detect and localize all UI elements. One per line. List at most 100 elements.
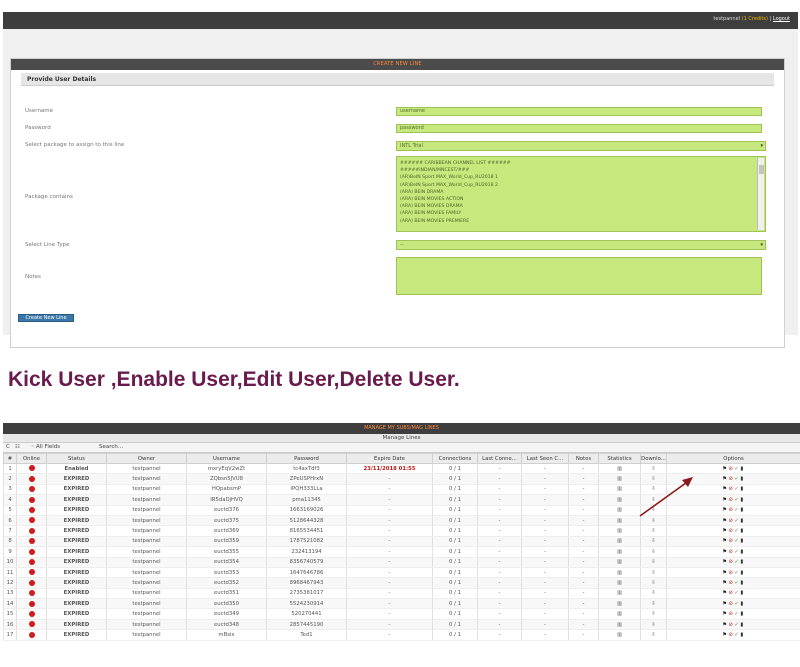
col-status[interactable]: Status	[46, 453, 107, 464]
bar-chart-icon[interactable]: ▥	[617, 622, 622, 628]
download-icon[interactable]: ⇩	[651, 497, 655, 503]
table-row[interactable]: 9 EXPIRED testpannel euctd355 232413194-0 / …	[3, 546, 800, 558]
package-contains-list[interactable]: ###### CARIBBEAN CHANNEL LIST ###### ###…	[396, 156, 766, 232]
table-row[interactable]: 17 EXPIRED testpannel mBsix Ted1-0 / 1- - - ▥ ⇩ ⚑…	[3, 629, 800, 641]
search-field-select[interactable]: ◦ All Fields	[31, 444, 60, 450]
package-select[interactable]: INTL Trial ▾	[396, 141, 766, 151]
search-input[interactable]: Search...	[99, 444, 123, 450]
bar-chart-icon[interactable]: ▥	[617, 486, 622, 492]
table-row[interactable]: 2 EXPIRED testpannel ZQbsn5JVU8 ZPeUSPHrxN -0…	[3, 473, 800, 485]
bar-chart-icon[interactable]: ▥	[617, 466, 622, 472]
delete-user-icon[interactable]: ▮	[740, 486, 744, 492]
col-owner[interactable]: Owner	[106, 453, 187, 464]
col-username[interactable]: Username	[186, 453, 267, 464]
password-input[interactable]: password	[396, 124, 762, 133]
download-cell: ⇩	[640, 473, 667, 485]
table-row[interactable]: 8 EXPIRED testpannel euctd359 1787521082-0 /…	[3, 536, 800, 548]
delete-user-icon[interactable]: ▮	[740, 538, 744, 544]
delete-user-icon[interactable]: ▮	[740, 466, 744, 472]
bar-chart-icon[interactable]: ▥	[617, 528, 622, 534]
download-icon[interactable]: ⇩	[651, 538, 655, 544]
delete-user-icon[interactable]: ▮	[740, 476, 744, 482]
download-icon[interactable]: ⇩	[651, 486, 655, 492]
scrollbar-thumb[interactable]	[759, 165, 764, 174]
download-icon[interactable]: ⇩	[651, 622, 655, 628]
bar-chart-icon[interactable]: ▥	[617, 476, 622, 482]
last-connection-cell: -	[477, 494, 522, 506]
delete-user-icon[interactable]: ▮	[740, 549, 744, 555]
table-row[interactable]: 13 EXPIRED testpannel euctd351 2735381017-0 …	[3, 588, 800, 600]
table-row[interactable]: 15 EXPIRED testpannel euctd349 520270441-0 /…	[3, 608, 800, 620]
table-row[interactable]: 4 EXPIRED testpannel IR5daDjHVQ pma11345-0 /…	[3, 494, 800, 506]
delete-user-icon[interactable]: ▮	[740, 559, 744, 565]
line-type-select[interactable]: -- ▾	[396, 240, 766, 250]
col-statistics[interactable]: Statistics	[598, 453, 641, 464]
col-index[interactable]: #	[3, 453, 17, 464]
download-icon[interactable]: ⇩	[651, 570, 655, 576]
delete-user-icon[interactable]: ▮	[740, 507, 744, 513]
bar-chart-icon[interactable]: ▥	[617, 570, 622, 576]
table-row[interactable]: 7 EXPIRED testpannel euctd369 8165534451-0 /…	[3, 525, 800, 537]
notes-textarea[interactable]	[396, 257, 762, 295]
download-icon[interactable]: ⇩	[651, 580, 655, 586]
delete-user-icon[interactable]: ▮	[740, 632, 744, 638]
delete-user-icon[interactable]: ▮	[740, 622, 744, 628]
bar-chart-icon[interactable]: ▥	[617, 549, 622, 555]
columns-icon[interactable]: ☷	[15, 444, 20, 450]
col-connections[interactable]: Connections	[432, 453, 478, 464]
bar-chart-icon[interactable]: ▥	[617, 580, 622, 586]
refresh-icon[interactable]: C	[6, 444, 10, 450]
download-icon[interactable]: ⇩	[651, 632, 655, 638]
bar-chart-icon[interactable]: ▥	[617, 538, 622, 544]
bar-chart-icon[interactable]: ▥	[617, 590, 622, 596]
bar-chart-icon[interactable]: ▥	[617, 611, 622, 617]
list-scrollbar[interactable]	[757, 158, 764, 230]
download-icon[interactable]: ⇩	[651, 466, 655, 472]
table-row[interactable]: 3 EXPIRED testpannel HQpabsmP IPQH333LLa -0 /…	[3, 484, 800, 496]
bar-chart-icon[interactable]: ▥	[617, 518, 622, 524]
download-icon[interactable]: ⇩	[651, 601, 655, 607]
last-connection-cell: -	[477, 629, 522, 641]
bar-chart-icon[interactable]: ▥	[617, 632, 622, 638]
username-input[interactable]: username	[396, 107, 762, 116]
download-icon[interactable]: ⇩	[651, 507, 655, 513]
delete-user-icon[interactable]: ▮	[740, 518, 744, 524]
table-row[interactable]: 12 EXPIRED testpannel euctd352 8968467943-0 …	[3, 577, 800, 589]
col-notes[interactable]: Notes	[568, 453, 599, 464]
download-icon[interactable]: ⇩	[651, 528, 655, 534]
download-icon[interactable]: ⇩	[651, 590, 655, 596]
delete-user-icon[interactable]: ▮	[740, 497, 744, 503]
table-row[interactable]: 16 EXPIRED testpannel euctd348 2857445190-0 …	[3, 619, 800, 631]
logout-link[interactable]: Logout	[773, 16, 790, 22]
table-row[interactable]: 11 EXPIRED testpannel euctd353 1647646786-0 …	[3, 567, 800, 579]
delete-user-icon[interactable]: ▮	[740, 611, 744, 617]
download-icon[interactable]: ⇩	[651, 476, 655, 482]
bar-chart-icon[interactable]: ▥	[617, 559, 622, 565]
bar-chart-icon[interactable]: ▥	[617, 601, 622, 607]
download-icon[interactable]: ⇩	[651, 611, 655, 617]
col-last-seen[interactable]: Last Seen C...	[521, 453, 569, 464]
download-icon[interactable]: ⇩	[651, 549, 655, 555]
delete-user-icon[interactable]: ▮	[740, 570, 744, 576]
col-password[interactable]: Password	[266, 453, 347, 464]
col-download[interactable]: Downlo...	[640, 453, 667, 464]
table-row[interactable]: 6 EXPIRED testpannel euctd375 5128644328-0 /…	[3, 515, 800, 527]
delete-user-icon[interactable]: ▮	[740, 580, 744, 586]
download-icon[interactable]: ⇩	[651, 518, 655, 524]
statistics-cell: ▥	[598, 588, 641, 600]
bar-chart-icon[interactable]: ▥	[617, 497, 622, 503]
table-row[interactable]: 10 EXPIRED testpannel euctd354 8356740579-0 …	[3, 557, 800, 568]
col-last-connection[interactable]: Last Conne...	[477, 453, 522, 464]
delete-user-icon[interactable]: ▮	[740, 601, 744, 607]
col-online[interactable]: Online	[16, 453, 47, 464]
delete-user-icon[interactable]: ▮	[740, 528, 744, 534]
create-new-line-button[interactable]: Create New Line	[18, 314, 74, 322]
bar-chart-icon[interactable]: ▥	[617, 507, 622, 513]
table-row[interactable]: 14 EXPIRED testpannel euctd350 5524230914-0 …	[3, 598, 800, 610]
table-row[interactable]: 5 EXPIRED testpannel euctd376 1663169026-0 /…	[3, 505, 800, 516]
col-expire-date[interactable]: Expire Date	[346, 453, 433, 464]
download-icon[interactable]: ⇩	[651, 559, 655, 565]
owner-cell: testpannel	[106, 608, 187, 620]
table-row[interactable]: 1 Enabled testpannel mxryEqV2wZt tc4axTdf3 23…	[3, 463, 800, 475]
delete-user-icon[interactable]: ▮	[740, 590, 744, 596]
